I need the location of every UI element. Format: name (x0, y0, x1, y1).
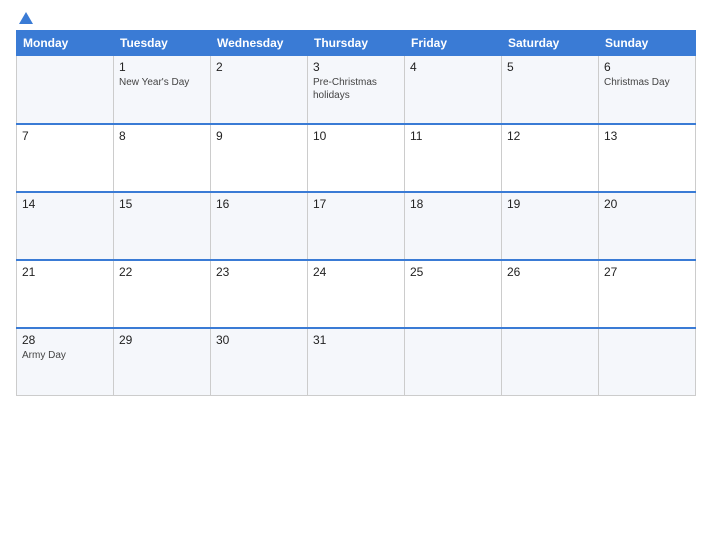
calendar-cell: 5 (502, 56, 599, 124)
weekday-header-saturday: Saturday (502, 31, 599, 56)
calendar-week-row: 1 New Year's Day 23 Pre-Christmasholidays 45… (17, 56, 696, 124)
day-number: 13 (604, 129, 690, 143)
day-number: 27 (604, 265, 690, 279)
calendar-body: 1 New Year's Day 23 Pre-Christmasholidays 45… (17, 56, 696, 396)
calendar-week-row: 789 10 11 12 13 (17, 124, 696, 192)
day-number: 8 (119, 129, 205, 143)
calendar-week-row: 21 22 23 24 25 26 27 (17, 260, 696, 328)
day-number: 14 (22, 197, 108, 211)
weekday-header-friday: Friday (405, 31, 502, 56)
day-number: 30 (216, 333, 302, 347)
calendar-cell: 6 Christmas Day (599, 56, 696, 124)
header (16, 12, 696, 24)
day-number: 29 (119, 333, 205, 347)
page: MondayTuesdayWednesdayThursdayFridaySatu… (0, 0, 712, 550)
day-number: 22 (119, 265, 205, 279)
calendar-cell: 19 (502, 192, 599, 260)
day-number: 10 (313, 129, 399, 143)
event-label: Army Day (22, 349, 108, 362)
calendar-cell: 4 (405, 56, 502, 124)
day-number: 31 (313, 333, 399, 347)
day-number: 25 (410, 265, 496, 279)
logo-triangle-icon (19, 12, 33, 24)
calendar-cell: 30 (211, 328, 308, 396)
day-number: 15 (119, 197, 205, 211)
day-number: 23 (216, 265, 302, 279)
weekday-header-tuesday: Tuesday (114, 31, 211, 56)
calendar-cell (17, 56, 114, 124)
calendar-cell: 12 (502, 124, 599, 192)
day-number: 4 (410, 60, 496, 74)
logo (16, 12, 35, 24)
calendar-cell: 24 (308, 260, 405, 328)
day-number: 6 (604, 60, 690, 74)
calendar-cell: 31 (308, 328, 405, 396)
calendar-week-row: 28 Army Day 29 30 31 (17, 328, 696, 396)
day-number: 5 (507, 60, 593, 74)
day-number: 1 (119, 60, 205, 74)
calendar-cell: 18 (405, 192, 502, 260)
calendar-cell: 14 (17, 192, 114, 260)
day-number: 20 (604, 197, 690, 211)
calendar-cell: 20 (599, 192, 696, 260)
calendar-cell: 3 Pre-Christmasholidays (308, 56, 405, 124)
weekday-row: MondayTuesdayWednesdayThursdayFridaySatu… (17, 31, 696, 56)
day-number: 24 (313, 265, 399, 279)
calendar-cell (502, 328, 599, 396)
event-label: Christmas Day (604, 76, 690, 89)
calendar-cell: 7 (17, 124, 114, 192)
day-number: 12 (507, 129, 593, 143)
weekday-header-thursday: Thursday (308, 31, 405, 56)
day-number: 26 (507, 265, 593, 279)
calendar-cell: 16 (211, 192, 308, 260)
calendar-cell: 25 (405, 260, 502, 328)
calendar-cell: 27 (599, 260, 696, 328)
calendar-week-row: 14 15 16 17 18 19 20 (17, 192, 696, 260)
calendar-cell: 28 Army Day (17, 328, 114, 396)
day-number: 7 (22, 129, 108, 143)
day-number: 17 (313, 197, 399, 211)
calendar-cell: 21 (17, 260, 114, 328)
calendar-cell: 2 (211, 56, 308, 124)
day-number: 21 (22, 265, 108, 279)
calendar-cell: 23 (211, 260, 308, 328)
calendar-cell: 26 (502, 260, 599, 328)
calendar-cell: 22 (114, 260, 211, 328)
calendar-cell: 17 (308, 192, 405, 260)
calendar-table: MondayTuesdayWednesdayThursdayFridaySatu… (16, 30, 696, 396)
day-number: 2 (216, 60, 302, 74)
calendar-cell: 8 (114, 124, 211, 192)
calendar-cell: 29 (114, 328, 211, 396)
event-label: New Year's Day (119, 76, 205, 89)
day-number: 18 (410, 197, 496, 211)
weekday-header-sunday: Sunday (599, 31, 696, 56)
day-number: 11 (410, 129, 496, 143)
calendar-cell: 13 (599, 124, 696, 192)
calendar-cell (599, 328, 696, 396)
calendar-cell (405, 328, 502, 396)
calendar-cell: 11 (405, 124, 502, 192)
calendar-cell: 9 (211, 124, 308, 192)
calendar-cell: 15 (114, 192, 211, 260)
event-label: Pre-Christmas (313, 76, 399, 89)
calendar-cell: 1 New Year's Day (114, 56, 211, 124)
event-label: holidays (313, 89, 399, 102)
day-number: 16 (216, 197, 302, 211)
day-number: 28 (22, 333, 108, 347)
calendar-header: MondayTuesdayWednesdayThursdayFridaySatu… (17, 31, 696, 56)
weekday-header-monday: Monday (17, 31, 114, 56)
day-number: 19 (507, 197, 593, 211)
day-number: 9 (216, 129, 302, 143)
weekday-header-wednesday: Wednesday (211, 31, 308, 56)
calendar-cell: 10 (308, 124, 405, 192)
day-number: 3 (313, 60, 399, 74)
